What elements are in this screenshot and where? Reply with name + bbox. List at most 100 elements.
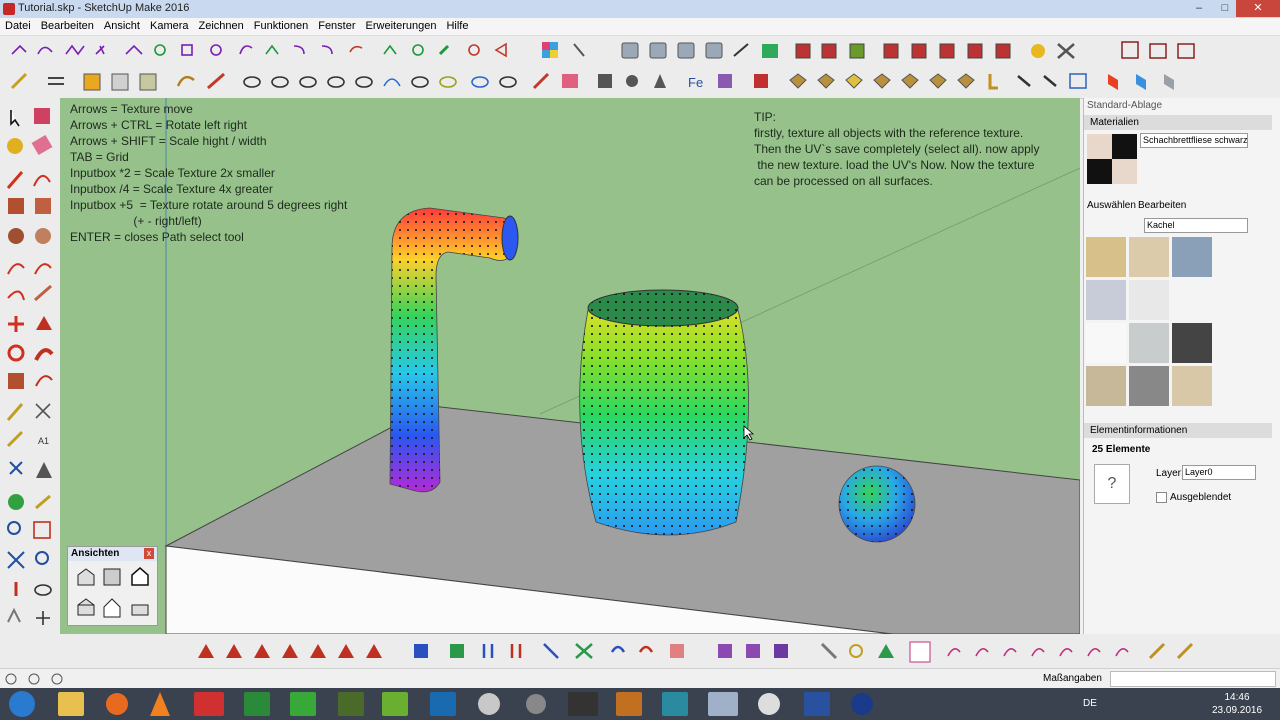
curve-3-icon <box>1003 648 1017 657</box>
materials-header[interactable]: Materialien <box>1084 115 1272 130</box>
material-swatches <box>1086 237 1212 406</box>
uv-rotate-red-icon <box>638 645 654 653</box>
scale-icon <box>8 373 24 389</box>
maximize-button[interactable]: □ <box>1212 0 1238 17</box>
menu-funktionen[interactable]: Funktionen <box>249 18 313 32</box>
uv-tool-5-icon <box>310 644 326 658</box>
swatch <box>1086 280 1126 320</box>
viewport-3d[interactable]: Arrows = Texture move Arrows + CTRL = Rot… <box>60 98 1080 634</box>
views-icons <box>77 567 149 618</box>
material-name-field[interactable]: Schachbrettfliese schwarz <box>1140 133 1248 148</box>
views-panel-close[interactable]: x <box>144 548 154 559</box>
uv-move-red-icon <box>510 644 522 658</box>
sweep-4-icon <box>327 76 345 88</box>
align-1-icon <box>598 74 612 88</box>
hidden-checkbox[interactable] <box>1156 492 1167 503</box>
sweep-1-icon <box>243 76 261 88</box>
menu-erweiterungen[interactable]: Erweiterungen <box>361 18 442 32</box>
geo-location-icon <box>5 673 17 685</box>
material-red-icon <box>754 74 768 88</box>
component-icon <box>34 108 50 124</box>
app-teal-icon <box>662 692 688 716</box>
uv-tool-2-icon <box>226 644 242 658</box>
cube-view-2-icon <box>649 42 667 59</box>
swatch <box>1086 366 1126 406</box>
menu-datei[interactable]: Datei <box>0 18 36 32</box>
red-arrow-icon <box>532 72 550 90</box>
credits-icon <box>28 673 40 685</box>
svg-text:Fe: Fe <box>688 75 703 90</box>
roof-5-icon <box>901 73 919 89</box>
status-bar: Maßangaben <box>0 668 1280 689</box>
fillet-icon <box>293 45 305 55</box>
arc-blue-icon <box>383 78 401 87</box>
app-u-icon <box>851 693 873 715</box>
section-cut-icon <box>1177 43 1195 59</box>
menu-fenster[interactable]: Fenster <box>313 18 360 32</box>
ellipse-tool-icon <box>210 44 222 56</box>
cube-red-icon <box>1108 74 1118 90</box>
clock-time[interactable]: 14:46 <box>1212 692 1262 703</box>
measurements-input[interactable] <box>1110 671 1276 687</box>
previous-view-icon <box>35 551 49 565</box>
swatch <box>1086 323 1126 363</box>
3d-text-icon <box>36 462 52 478</box>
walk-icon <box>7 607 21 623</box>
menu-kamera[interactable]: Kamera <box>145 18 194 32</box>
instr-line: (+ - right/left) <box>70 214 202 228</box>
instr-line: Arrows = Texture move <box>70 102 193 116</box>
bottom-toolbar <box>0 634 1280 668</box>
tip-text: TIP: firstly, texture all objects with th… <box>754 109 1039 189</box>
arc-icon <box>7 263 25 275</box>
close-button[interactable]: ✕ <box>1236 0 1280 17</box>
tab-auswaehlen[interactable]: Auswählen <box>1087 200 1136 211</box>
box-textured-icon <box>139 73 157 91</box>
toolbar-row-2: Fe <box>0 66 1280 99</box>
uv-tool-7-icon <box>366 644 382 658</box>
solid-tool-6-icon <box>939 43 955 59</box>
protractor-icon <box>6 430 24 448</box>
layer-dropdown[interactable]: Layer0 <box>1182 465 1256 480</box>
start-button-icon <box>9 691 35 717</box>
roof-2-icon <box>817 73 835 89</box>
instr-line: ENTER = closes Path select tool <box>70 230 244 244</box>
dimension-left-icon <box>35 403 51 419</box>
menu-bearbeiten[interactable]: Bearbeiten <box>36 18 99 32</box>
uv-cross-icon <box>575 643 593 659</box>
section-tool-icon <box>36 611 50 625</box>
materials-header-label: Materialien <box>1090 117 1139 128</box>
library-dropdown[interactable]: Kachel <box>1144 218 1248 233</box>
uv-apply-icon <box>774 644 788 658</box>
rotated-rect-icon <box>35 198 51 214</box>
minimize-button[interactable]: – <box>1186 0 1212 17</box>
move-icon <box>8 316 24 332</box>
spline-icon <box>265 44 279 55</box>
menu-zeichnen[interactable]: Zeichnen <box>194 18 249 32</box>
uv-blue-1-icon <box>414 644 428 658</box>
solid-tool-8-icon <box>995 43 1011 59</box>
language-indicator[interactable]: DE <box>1083 698 1097 709</box>
roof-6-icon <box>929 73 947 89</box>
polygon-green-icon <box>412 44 424 56</box>
explorer-icon <box>58 692 84 716</box>
uv-green-icon <box>450 644 464 658</box>
toolbar-row-2-icons: Fe <box>10 72 1174 91</box>
menu-ansicht[interactable]: Ansicht <box>99 18 145 32</box>
menu-hilfe[interactable]: Hilfe <box>441 18 473 32</box>
sketchup-app-icon <box>3 3 15 15</box>
bezier-tool-icon <box>95 45 105 55</box>
instructions-text: Arrows = Texture move Arrows + CTRL = Rot… <box>70 101 347 245</box>
triangle-green-icon <box>878 644 894 658</box>
sweep-6-icon <box>411 76 429 88</box>
right-view-icon <box>77 598 95 616</box>
shape-grey-icon <box>820 642 838 660</box>
clock-date[interactable]: 23.09.2016 <box>1212 705 1262 716</box>
pie-icon <box>34 284 52 302</box>
swatch <box>1172 366 1212 406</box>
curve-5-icon <box>1059 648 1073 657</box>
entity-info-header[interactable]: Elementinformationen <box>1084 423 1272 438</box>
entity-info-header-label: Elementinformationen <box>1090 425 1188 436</box>
tools-cross-icon <box>1057 43 1075 59</box>
roof-3-icon <box>845 73 863 89</box>
tab-bearbeiten[interactable]: Bearbeiten <box>1138 200 1186 211</box>
